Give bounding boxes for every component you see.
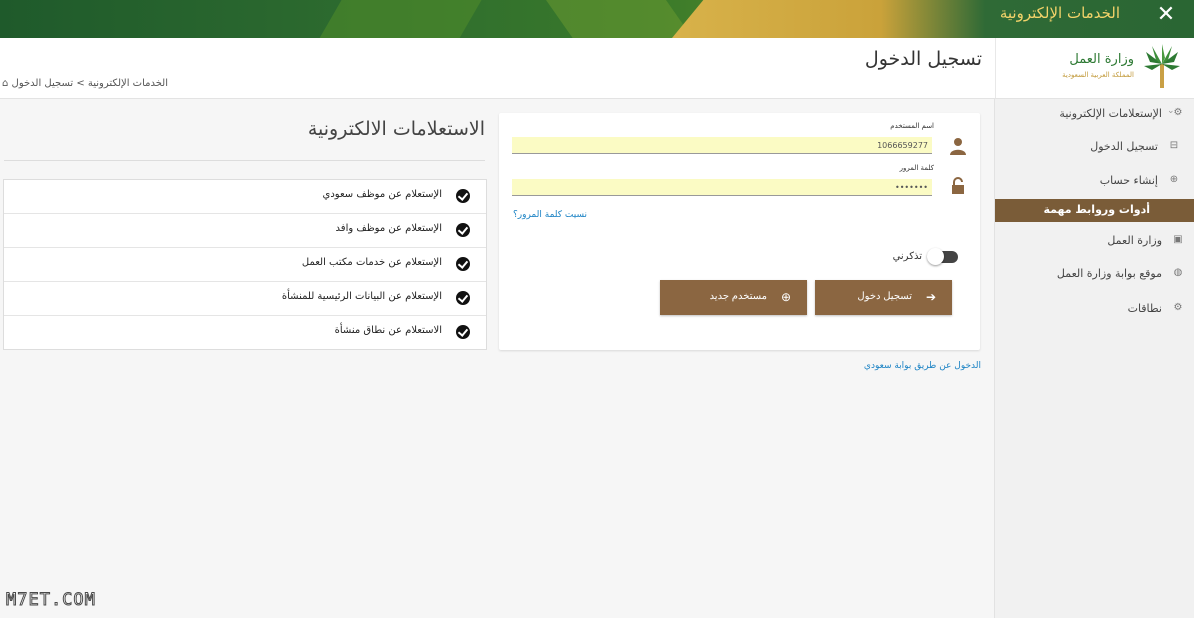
- list-item-label: الإستعلام عن موظف سعودي: [322, 189, 442, 200]
- remember-me-label: تذكرني: [892, 251, 922, 262]
- sidebar-item-portal[interactable]: ◍ موقع بوابة وزارة العمل: [995, 261, 1194, 287]
- divider: [4, 160, 485, 161]
- list-item[interactable]: الإستعلام عن البيانات الرئيسية للمنشأة: [4, 282, 486, 316]
- sidebar-item-ministry[interactable]: ▣ وزارة العمل: [995, 228, 1194, 254]
- login-button[interactable]: ➔ تسجيل دخول: [815, 280, 952, 315]
- sidebar-item-label: موقع بوابة وزارة العمل: [1056, 267, 1162, 280]
- sign-in-icon: ➔: [925, 290, 936, 304]
- user-icon: [950, 138, 966, 155]
- check-circle-icon: [456, 189, 470, 203]
- check-circle-icon: [456, 223, 470, 237]
- list-item-label: الإستعلام عن موظف وافد: [335, 223, 442, 234]
- plus-circle-icon: ⊕: [780, 290, 791, 304]
- new-user-button-label: مستخدم جديد: [709, 291, 767, 302]
- list-item[interactable]: الاستعلام عن نطاق منشأة: [4, 316, 486, 349]
- password-label: كلمة المرور: [899, 164, 934, 172]
- sidebar-item-label: الإستعلامات الإلكترونية: [1059, 107, 1162, 120]
- list-item-label: الاستعلام عن نطاق منشأة: [334, 325, 442, 336]
- watermark: M7ET.COM: [6, 590, 96, 611]
- building-icon: ▣: [1173, 234, 1183, 245]
- login-button-label: تسجيل دخول: [857, 291, 912, 302]
- banner-title: الخدمات الإلكترونية: [999, 4, 1120, 22]
- list-item[interactable]: الإستعلام عن موظف سعودي: [4, 180, 486, 214]
- list-item[interactable]: الإستعلام عن موظف وافد: [4, 214, 486, 248]
- breadcrumb-text[interactable]: الخدمات الإلكترونية > تسجيل الدخول: [12, 78, 168, 89]
- sidebar-item-tools-links[interactable]: أدوات وروابط مهمة: [995, 199, 1194, 222]
- globe-icon: ◍: [1173, 267, 1183, 278]
- sidebar-item-label: نطاقات: [1127, 302, 1162, 315]
- banner-decoration: [312, 0, 488, 38]
- page-header: وزارة العمل المملكة العربية السعودية تسج…: [0, 38, 1194, 99]
- remember-me-toggle[interactable]: [927, 248, 958, 265]
- ministry-logo[interactable]: وزارة العمل المملكة العربية السعودية: [995, 38, 1194, 98]
- sidebar-item-login[interactable]: ⊟ تسجيل الدخول: [995, 134, 1194, 160]
- page-title: تسجيل الدخول: [864, 48, 982, 70]
- password-field[interactable]: [512, 179, 932, 196]
- new-user-button[interactable]: ⊕ مستخدم جديد: [660, 280, 807, 315]
- close-icon[interactable]: ✕: [1152, 2, 1180, 27]
- forgot-password-link[interactable]: نسيت كلمة المرور؟: [513, 210, 587, 220]
- list-item-label: الإستعلام عن البيانات الرئيسية للمنشأة: [281, 291, 442, 302]
- sign-in-icon: ⊟: [1169, 140, 1179, 151]
- toggle-knob: [927, 248, 944, 265]
- home-icon[interactable]: ⌂: [2, 78, 8, 89]
- list-item-label: الإستعلام عن خدمات مكتب العمل: [301, 257, 442, 268]
- logo-subtitle: المملكة العربية السعودية: [1062, 71, 1134, 79]
- chevron-down-icon[interactable]: ⌄: [1167, 106, 1175, 116]
- gear-icon: ⚙: [1173, 302, 1183, 313]
- inquiries-title: الاستعلامات الالكترونية: [307, 118, 485, 140]
- inquiries-list: الإستعلام عن موظف سعودي الإستعلام عن موظ…: [3, 179, 487, 350]
- sidebar-item-create-account[interactable]: ⊕ إنشاء حساب: [995, 168, 1194, 194]
- check-circle-icon: [456, 325, 470, 339]
- sidebar: ⚙ الإستعلامات الإلكترونية ⌄ ⊟ تسجيل الدخ…: [994, 99, 1194, 618]
- unlock-icon: [952, 177, 964, 194]
- username-label: اسم المستخدم: [890, 122, 934, 130]
- top-banner: الخدمات الإلكترونية ✕: [0, 0, 1194, 38]
- sidebar-item-label: إنشاء حساب: [1099, 174, 1158, 187]
- saudi-portal-link[interactable]: الدخول عن طريق بوابة سعودي: [864, 361, 981, 371]
- username-field[interactable]: [512, 137, 932, 154]
- login-card: اسم المستخدم كلمة المرور نسيت كلمة المرو…: [499, 113, 980, 350]
- breadcrumb[interactable]: الخدمات الإلكترونية > تسجيل الدخول ⌂: [2, 78, 168, 89]
- palm-logo-icon: [1144, 44, 1180, 88]
- list-item[interactable]: الإستعلام عن خدمات مكتب العمل: [4, 248, 486, 282]
- sidebar-item-inquiries[interactable]: ⚙ الإستعلامات الإلكترونية ⌄: [995, 101, 1194, 127]
- logo-name: وزارة العمل: [1069, 52, 1134, 67]
- check-circle-icon: [456, 291, 470, 305]
- sidebar-item-nitaqat[interactable]: ⚙ نطاقات: [995, 296, 1194, 322]
- check-circle-icon: [456, 257, 470, 271]
- sidebar-item-label: أدوات وروابط مهمة: [1043, 203, 1150, 216]
- sidebar-item-label: وزارة العمل: [1107, 234, 1162, 247]
- plus-circle-icon: ⊕: [1169, 174, 1179, 185]
- sidebar-item-label: تسجيل الدخول: [1090, 140, 1158, 153]
